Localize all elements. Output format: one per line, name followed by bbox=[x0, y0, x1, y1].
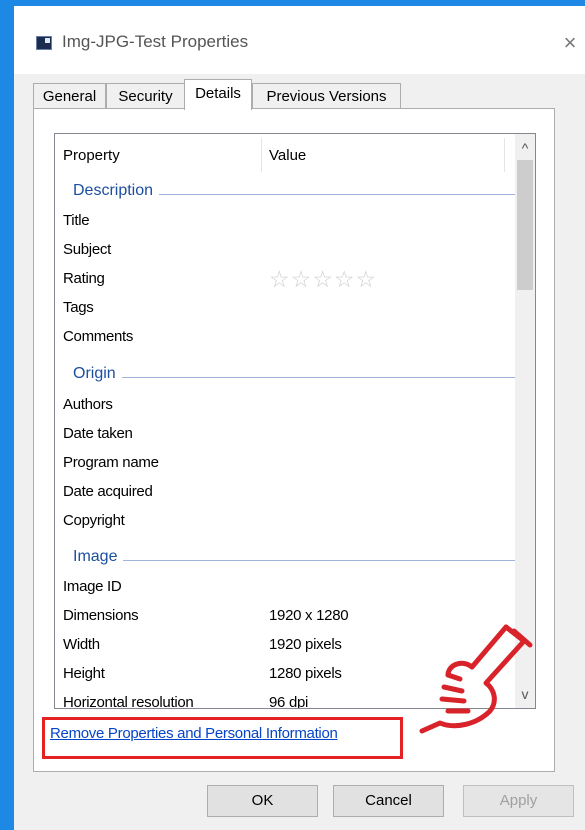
column-divider[interactable] bbox=[504, 138, 505, 172]
close-button[interactable]: × bbox=[555, 28, 585, 58]
tab-details[interactable]: Details bbox=[184, 79, 252, 110]
group-label: Description bbox=[73, 182, 160, 200]
remove-properties-link[interactable]: Remove Properties and Personal Informati… bbox=[50, 725, 338, 742]
list-row-title[interactable]: Title bbox=[55, 207, 515, 236]
property-name: Tags bbox=[63, 299, 94, 316]
property-name: Date acquired bbox=[63, 483, 153, 500]
property-name: Subject bbox=[63, 241, 111, 258]
group-label: Image bbox=[73, 548, 124, 566]
list-row-date-acquired[interactable]: Date acquired bbox=[55, 478, 515, 507]
title-bar: Img-JPG-Test Properties × bbox=[14, 6, 585, 74]
list-row-authors[interactable]: Authors bbox=[55, 391, 515, 420]
property-value[interactable]: 1280 pixels bbox=[269, 665, 342, 682]
property-value[interactable]: 96 dpi bbox=[269, 694, 308, 708]
pointing-hand-icon bbox=[419, 624, 533, 734]
property-name: Date taken bbox=[63, 425, 133, 442]
property-name: Copyright bbox=[63, 512, 125, 529]
tab-previous-versions[interactable]: Previous Versions bbox=[252, 83, 401, 109]
property-name: Image ID bbox=[63, 578, 122, 595]
list-row-rating[interactable]: Rating ☆☆☆☆☆ bbox=[55, 265, 515, 294]
group-label: Origin bbox=[73, 365, 122, 383]
property-value[interactable]: 1920 x 1280 bbox=[269, 607, 349, 624]
list-row-image-id[interactable]: Image ID bbox=[55, 573, 515, 602]
star-icon[interactable]: ☆ bbox=[291, 266, 313, 292]
scroll-up-icon[interactable]: ^ bbox=[515, 138, 535, 158]
list-header: Property Value bbox=[55, 134, 515, 176]
list-row-date-taken[interactable]: Date taken bbox=[55, 420, 515, 449]
star-icon[interactable]: ☆ bbox=[269, 266, 291, 292]
group-header-origin[interactable]: Origin bbox=[55, 361, 515, 390]
tab-general[interactable]: General bbox=[33, 83, 106, 109]
scrollbar-thumb[interactable] bbox=[517, 160, 533, 290]
star-icon[interactable]: ☆ bbox=[334, 266, 356, 292]
property-name: Width bbox=[63, 636, 100, 653]
column-header-property[interactable]: Property bbox=[63, 134, 120, 176]
property-name: Title bbox=[63, 212, 90, 229]
property-name: Dimensions bbox=[63, 607, 139, 624]
group-header-description[interactable]: Description bbox=[55, 178, 515, 207]
star-icon[interactable]: ☆ bbox=[356, 266, 378, 292]
property-name: Horizontal resolution bbox=[63, 694, 194, 709]
property-name: Program name bbox=[63, 454, 159, 471]
details-panel: Property Value Description Title Subject… bbox=[33, 108, 555, 772]
list-row-program-name[interactable]: Program name bbox=[55, 449, 515, 478]
star-icon[interactable]: ☆ bbox=[312, 266, 334, 292]
window-title: Img-JPG-Test Properties bbox=[62, 32, 249, 51]
column-header-value[interactable]: Value bbox=[269, 134, 306, 176]
ok-button[interactable]: OK bbox=[207, 785, 318, 817]
list-row-copyright[interactable]: Copyright bbox=[55, 507, 515, 536]
property-value[interactable]: 1920 pixels bbox=[269, 636, 342, 653]
image-file-icon bbox=[36, 36, 52, 50]
rating-stars[interactable]: ☆☆☆☆☆ bbox=[269, 266, 377, 293]
property-name: Authors bbox=[63, 396, 113, 413]
column-divider[interactable] bbox=[261, 138, 262, 172]
property-name: Height bbox=[63, 665, 105, 682]
list-row-subject[interactable]: Subject bbox=[55, 236, 515, 265]
cancel-button[interactable]: Cancel bbox=[333, 785, 444, 817]
properties-dialog: Img-JPG-Test Properties × General Securi… bbox=[14, 6, 585, 830]
property-name: Comments bbox=[63, 328, 134, 345]
property-name: Rating bbox=[63, 270, 105, 287]
apply-button[interactable]: Apply bbox=[463, 785, 574, 817]
group-header-image[interactable]: Image bbox=[55, 544, 515, 573]
list-row-comments[interactable]: Comments bbox=[55, 323, 515, 352]
tab-security[interactable]: Security bbox=[106, 83, 185, 109]
group-divider bbox=[73, 560, 515, 561]
list-row-tags[interactable]: Tags bbox=[55, 294, 515, 323]
group-divider bbox=[73, 377, 515, 378]
